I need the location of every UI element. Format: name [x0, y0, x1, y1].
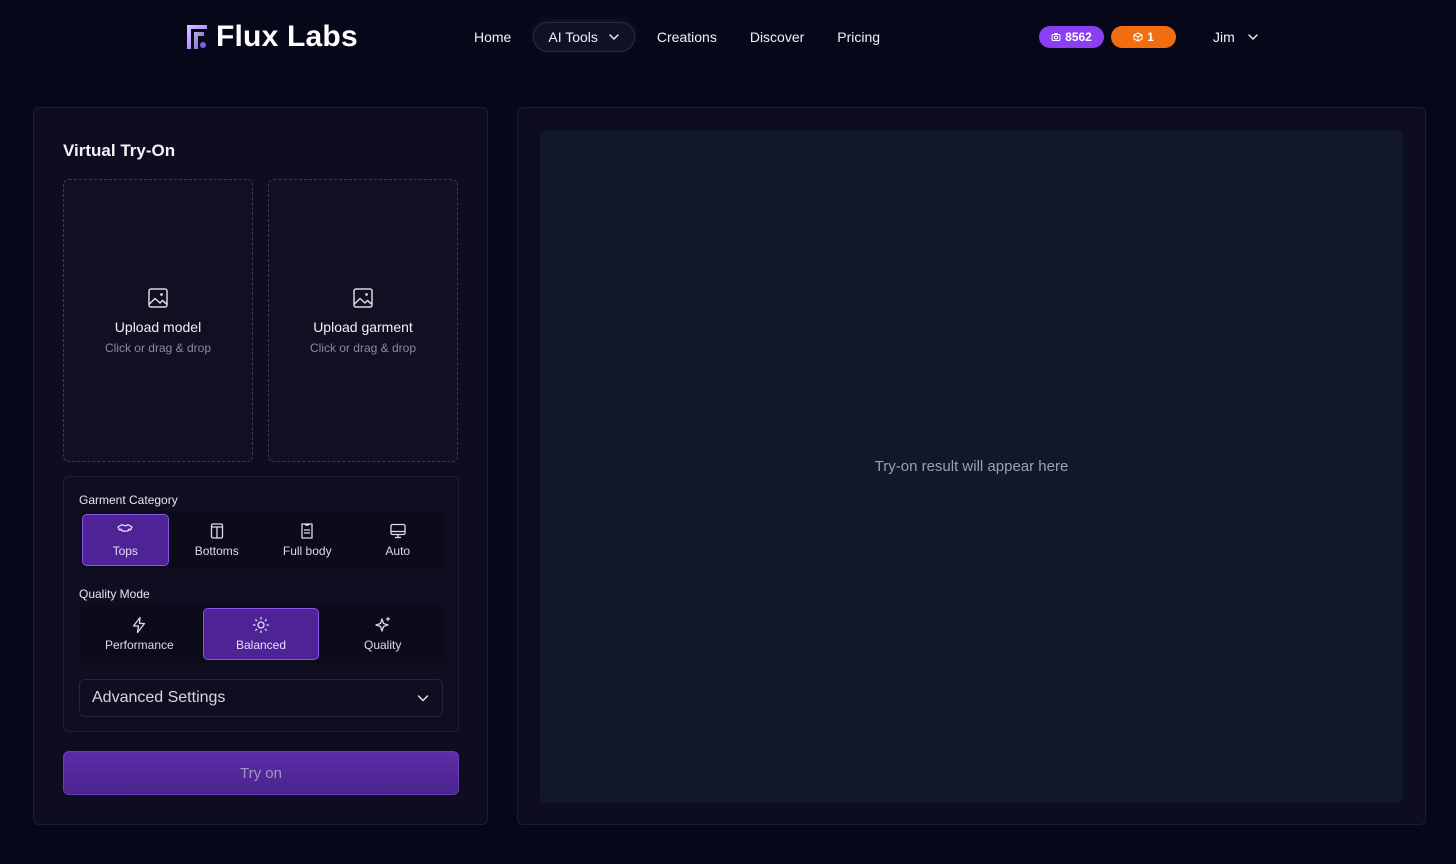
- monitor-icon: [390, 523, 406, 539]
- quality-mode-label: Quality Mode: [79, 587, 150, 601]
- category-auto[interactable]: Auto: [356, 514, 441, 566]
- category-full-body[interactable]: Full body: [265, 514, 350, 566]
- upload-garment-subtitle: Click or drag & drop: [309, 340, 417, 355]
- quality-performance-label: Performance: [104, 638, 174, 652]
- settings-box: Garment Category Tops Bottoms Full body …: [63, 476, 459, 732]
- category-full-body-label: Full body: [282, 544, 332, 558]
- nav-creations[interactable]: Creations: [643, 22, 731, 52]
- top-header: Flux Labs Home AI Tools Creations Discov…: [0, 0, 1456, 76]
- box-icon: [1133, 32, 1143, 42]
- flux-logo-icon: [187, 25, 207, 49]
- boxes-count: 1: [1147, 30, 1154, 44]
- garment-category-label: Garment Category: [79, 493, 178, 507]
- chevron-down-icon: [417, 695, 429, 702]
- advanced-settings-toggle[interactable]: Advanced Settings: [79, 679, 443, 717]
- image-icon: [148, 287, 168, 308]
- advanced-settings-label: Advanced Settings: [92, 689, 226, 706]
- pants-icon: [210, 523, 223, 539]
- nav-discover[interactable]: Discover: [731, 22, 823, 52]
- category-tops[interactable]: Tops: [82, 514, 169, 566]
- camera-icon: [1051, 33, 1061, 41]
- quality-quality[interactable]: Quality: [325, 608, 440, 660]
- result-placeholder: Try-on result will appear here: [874, 458, 1069, 475]
- image-icon: [353, 287, 373, 308]
- quality-performance[interactable]: Performance: [82, 608, 197, 660]
- try-on-panel: Virtual Try-On Upload model Click or dra…: [33, 107, 488, 825]
- nav-ai-tools[interactable]: AI Tools: [533, 22, 635, 52]
- category-tops-label: Tops: [112, 544, 138, 558]
- result-area: Try-on result will appear here: [540, 130, 1403, 803]
- category-bottoms[interactable]: Bottoms: [175, 514, 260, 566]
- main-nav: Home AI Tools Creations Discover Pricing: [460, 22, 894, 52]
- garment-category-selector: Tops Bottoms Full body Auto: [79, 511, 443, 569]
- brand-name: Flux Labs: [216, 20, 358, 53]
- bolt-icon: [133, 616, 146, 634]
- boxes-badge[interactable]: 1: [1111, 26, 1176, 48]
- upload-model-subtitle: Click or drag & drop: [104, 340, 212, 355]
- quality-balanced[interactable]: Balanced: [202, 608, 320, 660]
- upload-garment-dropzone[interactable]: Upload garment Click or drag & drop: [268, 179, 458, 462]
- category-auto-label: Auto: [385, 544, 411, 558]
- nav-home[interactable]: Home: [460, 22, 525, 52]
- upload-model-dropzone[interactable]: Upload model Click or drag & drop: [63, 179, 253, 462]
- panel-title: Virtual Try-On: [63, 141, 176, 160]
- credits-count: 8562: [1065, 30, 1092, 44]
- category-bottoms-label: Bottoms: [194, 544, 239, 558]
- sun-icon: [252, 616, 270, 634]
- result-panel: Try-on result will appear here: [517, 107, 1426, 825]
- user-name: Jim: [1213, 29, 1235, 45]
- upload-model-title: Upload model: [114, 318, 202, 335]
- try-on-button[interactable]: Try on: [63, 751, 459, 795]
- credits-badge[interactable]: 8562: [1039, 26, 1104, 48]
- quality-quality-label: Quality: [364, 638, 402, 652]
- quality-mode-selector: Performance Balanced Quality: [79, 605, 443, 663]
- quality-balanced-label: Balanced: [235, 638, 287, 652]
- brand-logo[interactable]: Flux Labs: [186, 20, 358, 54]
- shirt-icon: [117, 523, 133, 532]
- nav-ai-tools-label: AI Tools: [548, 29, 598, 45]
- chevron-down-icon: [1248, 34, 1258, 41]
- user-menu[interactable]: Jim: [1213, 26, 1259, 48]
- nav-pricing[interactable]: Pricing: [823, 22, 894, 52]
- sparkles-icon: [375, 616, 390, 632]
- chevron-down-icon: [609, 34, 619, 41]
- upload-garment-title: Upload garment: [313, 318, 413, 335]
- dress-icon: [301, 523, 313, 539]
